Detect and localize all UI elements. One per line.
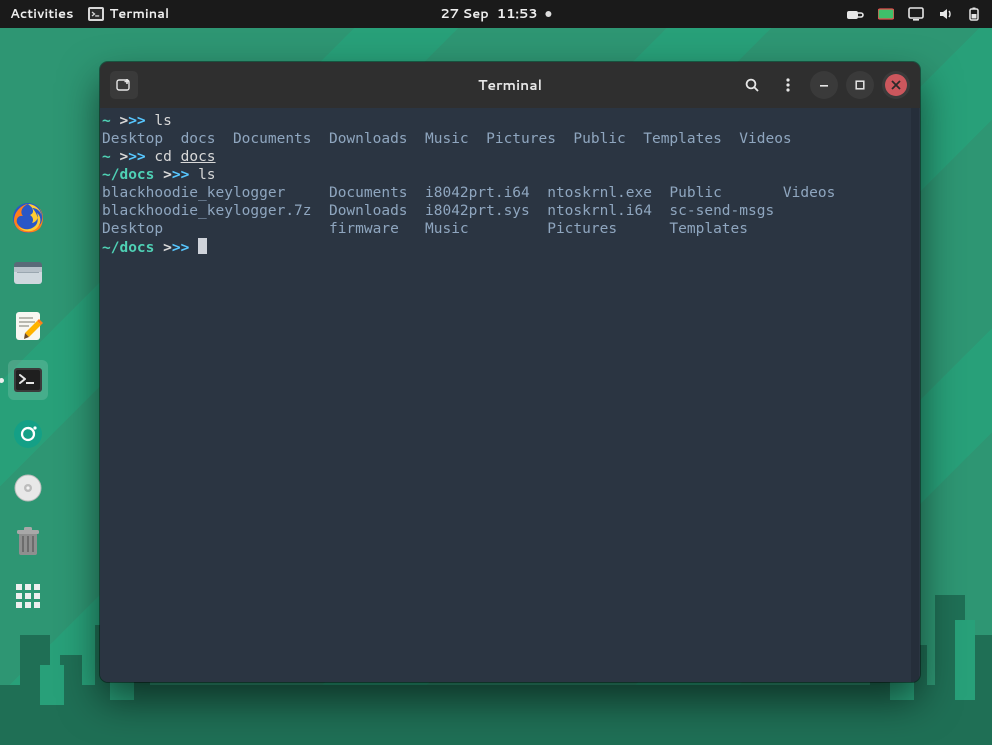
- minimize-button[interactable]: [810, 71, 838, 99]
- search-icon: [744, 77, 760, 93]
- clock[interactable]: 27 Sep 11:53: [440, 5, 551, 23]
- scrollbar[interactable]: [911, 108, 919, 682]
- terminal-body[interactable]: ~ >>> ls Desktop docs Documents Download…: [100, 108, 920, 682]
- window-titlebar[interactable]: Terminal: [100, 62, 920, 108]
- terminal-app-icon: [88, 7, 104, 21]
- terminal-icon: [11, 363, 45, 397]
- text-editor-icon: [11, 309, 45, 343]
- dock-screenshot[interactable]: [8, 414, 48, 454]
- search-button[interactable]: [738, 71, 766, 99]
- screen-indicator-icon[interactable]: [908, 7, 924, 21]
- dock-apps[interactable]: [8, 576, 48, 616]
- date-text: 27 Sep: [440, 5, 488, 23]
- minimize-icon: [818, 79, 830, 91]
- dock-files[interactable]: [8, 252, 48, 292]
- window-title: Terminal: [478, 75, 542, 95]
- current-app-indicator[interactable]: Terminal: [88, 5, 170, 23]
- kebab-menu-icon: [781, 77, 795, 93]
- trash-icon: [13, 525, 43, 559]
- new-tab-icon: [116, 78, 132, 92]
- dock-terminal[interactable]: [8, 360, 48, 400]
- firefox-icon: [11, 201, 45, 235]
- top-bar: Activities Terminal 27 Sep 11:53: [0, 0, 992, 28]
- coffee-indicator-icon[interactable]: [846, 7, 864, 21]
- cursor: [198, 238, 207, 254]
- dock-firefox[interactable]: [8, 198, 48, 238]
- vm-indicator-icon[interactable]: [878, 7, 894, 21]
- dock-text-editor[interactable]: [8, 306, 48, 346]
- apps-grid-icon: [16, 584, 40, 608]
- dock-trash[interactable]: [8, 522, 48, 562]
- dock: [0, 190, 56, 624]
- dock-disc[interactable]: [8, 468, 48, 508]
- close-icon: [884, 73, 908, 97]
- terminal-window: Terminal ~ >>> ls Desktop docs Documents…: [100, 62, 920, 682]
- disc-icon: [13, 473, 43, 503]
- screenshot-icon: [13, 419, 43, 449]
- notification-dot-icon: [546, 11, 552, 17]
- maximize-button[interactable]: [846, 71, 874, 99]
- new-tab-button[interactable]: [110, 71, 138, 99]
- volume-icon[interactable]: [938, 7, 954, 21]
- terminal-output: ~ >>> ls Desktop docs Documents Download…: [102, 112, 918, 257]
- time-text: 11:53: [497, 5, 538, 23]
- files-icon: [11, 255, 45, 289]
- maximize-icon: [854, 79, 866, 91]
- close-button[interactable]: [882, 71, 910, 99]
- activities-button[interactable]: Activities: [10, 5, 74, 23]
- current-app-name: Terminal: [110, 5, 170, 23]
- menu-button[interactable]: [774, 71, 802, 99]
- battery-icon[interactable]: [968, 7, 982, 21]
